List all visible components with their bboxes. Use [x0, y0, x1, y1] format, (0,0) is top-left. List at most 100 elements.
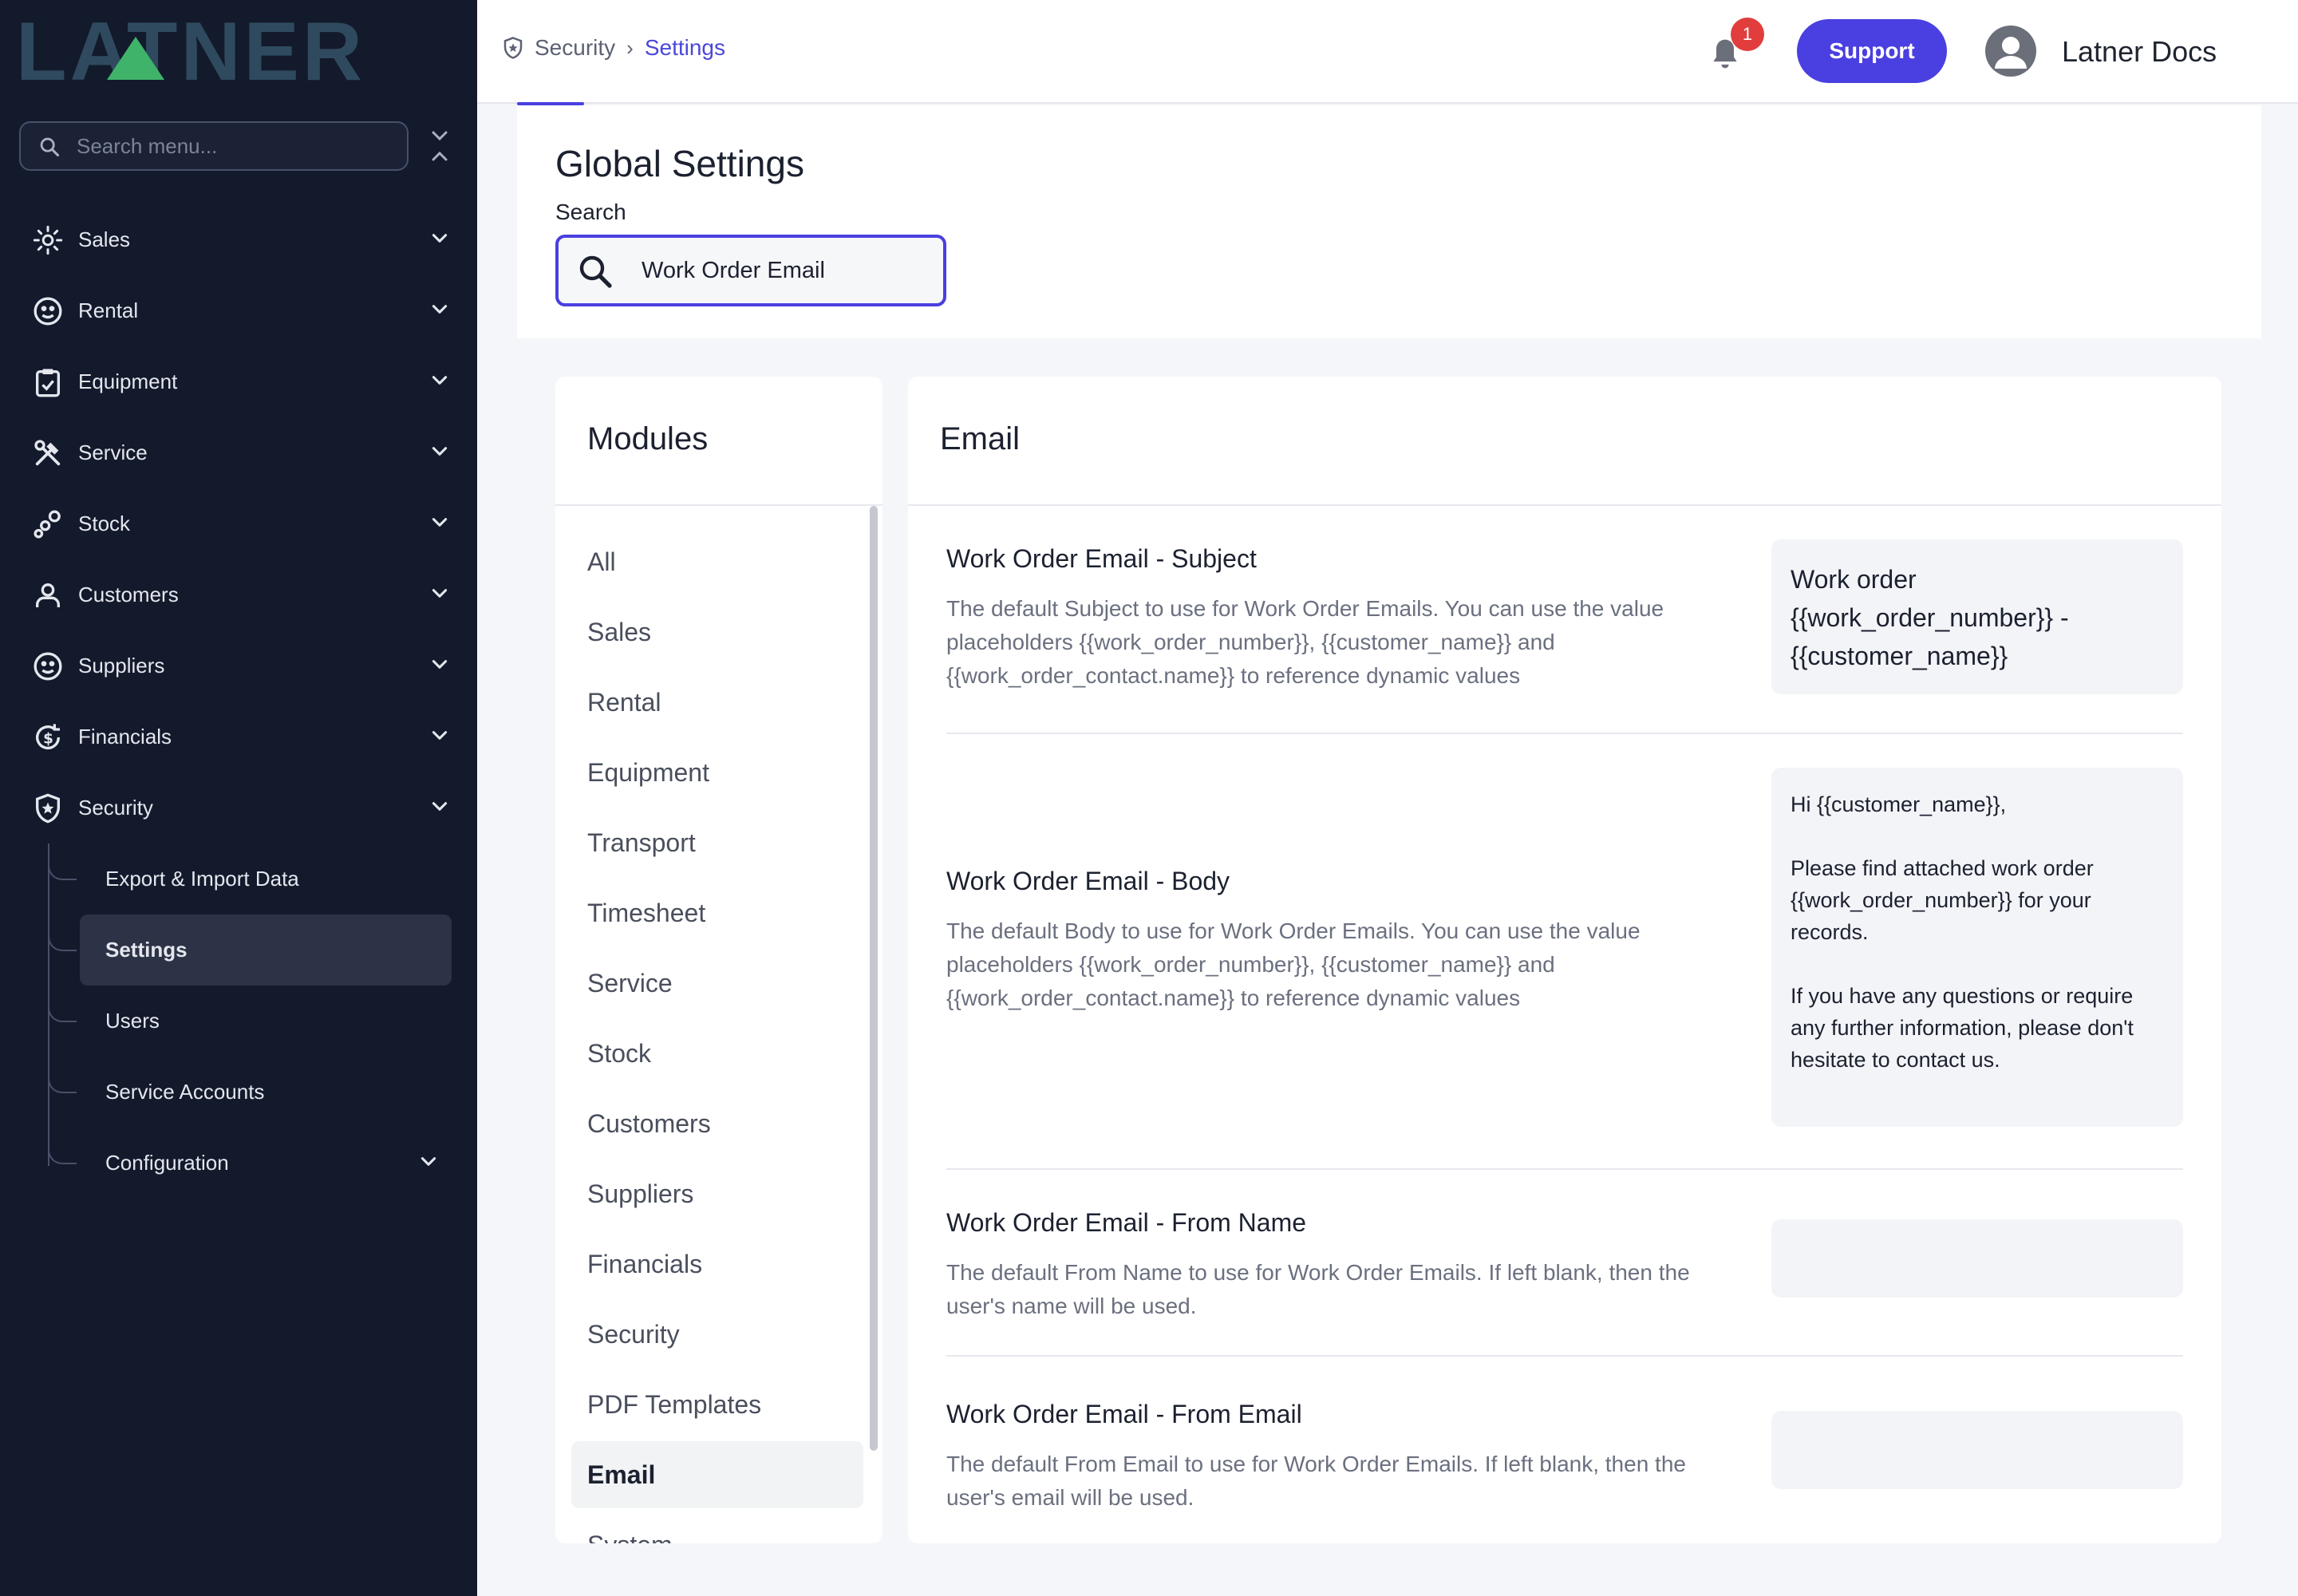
branch-line — [48, 1057, 77, 1093]
menu-search[interactable] — [19, 121, 409, 171]
security-subnav: Export & Import Data Settings Users Serv… — [0, 843, 477, 1199]
svg-text:LATNER: LATNER — [16, 14, 365, 88]
breadcrumb-security[interactable]: Security — [535, 35, 615, 61]
branch-line — [48, 915, 77, 951]
setting-title: Work Order Email - From Name — [946, 1208, 1307, 1237]
module-item-service[interactable]: Service — [571, 950, 863, 1017]
user-icon — [1995, 37, 2027, 69]
nav-item-customers[interactable]: Customers — [0, 559, 477, 630]
chevron-down-icon — [432, 660, 448, 669]
avatar[interactable] — [1985, 26, 2036, 77]
nav-label: Equipment — [78, 369, 178, 393]
chevron-down-icon — [432, 305, 448, 314]
module-item-suppliers[interactable]: Suppliers — [571, 1160, 863, 1227]
sidebar: LATNER Sales Rental Equipment — [0, 0, 477, 1596]
setting-value-from-email[interactable] — [1771, 1411, 2183, 1489]
module-item-stock[interactable]: Stock — [571, 1020, 863, 1087]
setting-value-from-name[interactable] — [1771, 1219, 2183, 1298]
search-label: Search — [555, 200, 626, 224]
search-icon — [40, 137, 60, 157]
module-item-sales[interactable]: Sales — [571, 598, 863, 666]
svg-text:$: $ — [43, 730, 53, 747]
chevron-down-icon — [432, 234, 448, 243]
sub-item-export-import[interactable]: Export & Import Data — [0, 843, 477, 915]
top-bar: Security › Settings 1 Support Latner Doc… — [477, 0, 2298, 104]
email-settings-panel: Email Work Order Email - Subject The def… — [908, 377, 2221, 1543]
nav-label: Sales — [78, 227, 131, 251]
user-name[interactable]: Latner Docs — [2062, 35, 2217, 69]
breadcrumb-chevron-icon: › — [626, 35, 634, 60]
setting-description: The default Subject to use for Work Orde… — [946, 596, 1664, 688]
setting-from-email: Work Order Email - From Email The defaul… — [946, 1366, 2183, 1542]
module-item-transport[interactable]: Transport — [571, 809, 863, 876]
setting-title: Work Order Email - Body — [946, 867, 1230, 895]
sub-item-label: Service Accounts — [105, 1080, 265, 1104]
nav-item-stock[interactable]: Stock — [0, 488, 477, 559]
sub-item-label: Settings — [105, 938, 188, 962]
rental-icon — [30, 294, 65, 329]
module-item-financials[interactable]: Financials — [571, 1231, 863, 1298]
module-item-timesheet[interactable]: Timesheet — [571, 879, 863, 946]
nav-item-rental[interactable]: Rental — [0, 275, 477, 346]
divider — [908, 504, 2221, 506]
branch-line — [48, 1128, 77, 1164]
divider — [946, 1168, 2183, 1170]
sub-item-label: Configuration — [105, 1151, 229, 1175]
module-item-all[interactable]: All — [571, 528, 863, 595]
service-icon — [30, 436, 65, 471]
nav-item-security[interactable]: Security — [0, 772, 477, 843]
chevron-down-icon — [432, 731, 448, 740]
equipment-icon — [30, 365, 65, 400]
collapse-icon[interactable] — [428, 128, 452, 164]
modules-title: Modules — [587, 421, 709, 456]
nav-item-financials[interactable]: $ Financials — [0, 701, 477, 772]
nav-item-equipment[interactable]: Equipment — [0, 346, 477, 417]
setting-from-name: Work Order Email - From Name The default… — [946, 1175, 2183, 1366]
chevron-down-icon — [421, 1157, 436, 1166]
setting-value-body[interactable]: Hi {{customer_name}}, Please find attach… — [1771, 768, 2183, 1127]
module-item-email[interactable]: Email — [571, 1441, 863, 1508]
nav-label: Rental — [78, 298, 139, 322]
security-icon — [30, 791, 65, 826]
branch-line — [48, 843, 77, 880]
setting-value-subject[interactable]: Work order {{work_order_number}} - {{cus… — [1771, 539, 2183, 694]
module-item-security[interactable]: Security — [571, 1301, 863, 1368]
menu-search-input[interactable] — [77, 123, 396, 169]
module-item-system[interactable]: System — [571, 1511, 863, 1544]
settings-search[interactable] — [555, 235, 946, 306]
module-item-equipment[interactable]: Equipment — [571, 739, 863, 806]
shield-icon — [503, 37, 523, 59]
nav-item-suppliers[interactable]: Suppliers — [0, 630, 477, 701]
sub-item-settings[interactable]: Settings — [0, 915, 477, 986]
search-icon — [579, 255, 612, 288]
module-item-pdf-templates[interactable]: PDF Templates — [571, 1371, 863, 1438]
divider — [946, 1355, 2183, 1357]
setting-description: The default Body to use for Work Order E… — [946, 918, 1641, 1010]
global-settings-header: Global Settings Search — [517, 105, 2261, 338]
modules-list: All Sales Rental Equipment Transport Tim… — [555, 506, 882, 1543]
support-button[interactable]: Support — [1797, 19, 1947, 83]
setting-title: Work Order Email - Subject — [946, 544, 1257, 573]
settings-search-input[interactable] — [642, 238, 937, 303]
latner-logo[interactable]: LATNER — [16, 14, 447, 88]
nav-item-service[interactable]: Service — [0, 417, 477, 488]
chevron-down-icon — [432, 376, 448, 385]
setting-title: Work Order Email - From Email — [946, 1400, 1302, 1428]
modules-scrollbar[interactable] — [870, 506, 878, 1451]
setting-description: The default From Email to use for Work O… — [946, 1452, 1686, 1510]
nav-label: Customers — [78, 583, 179, 606]
breadcrumb: Security › Settings — [501, 35, 725, 61]
customers-icon — [30, 578, 65, 613]
main-nav: Sales Rental Equipment Service Stock Cus… — [0, 204, 477, 1199]
sub-item-users[interactable]: Users — [0, 986, 477, 1057]
divider — [946, 733, 2183, 734]
module-item-customers[interactable]: Customers — [571, 1090, 863, 1157]
page-title: Global Settings — [555, 143, 804, 184]
breadcrumb-settings[interactable]: Settings — [645, 35, 725, 61]
notification-badge: 1 — [1731, 18, 1764, 51]
chevron-down-icon — [432, 447, 448, 456]
sub-item-configuration[interactable]: Configuration — [0, 1128, 477, 1199]
module-item-rental[interactable]: Rental — [571, 669, 863, 736]
sub-item-service-accounts[interactable]: Service Accounts — [0, 1057, 477, 1128]
nav-item-sales[interactable]: Sales — [0, 204, 477, 275]
